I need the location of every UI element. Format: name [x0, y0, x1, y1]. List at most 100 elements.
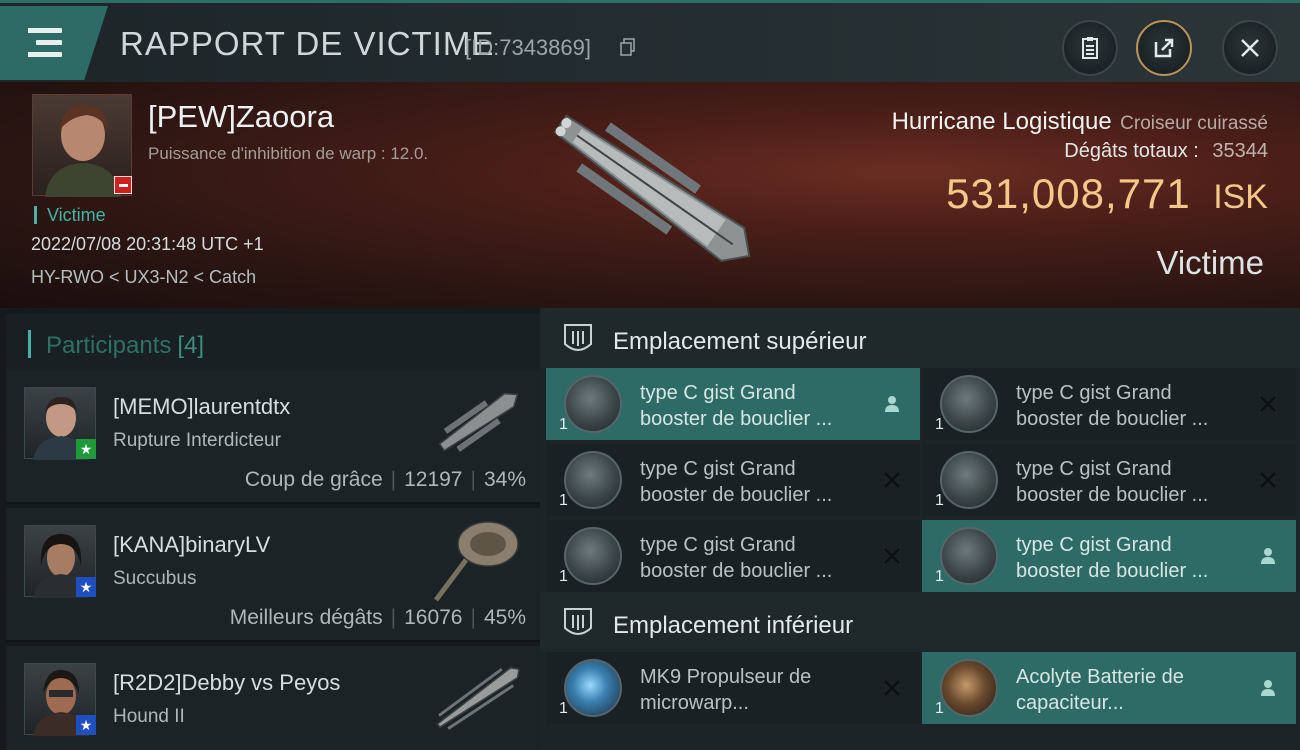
divider: | [470, 468, 476, 491]
high-slot-module[interactable]: 1 type C gist Grand booster de bouclier … [922, 520, 1296, 592]
module-name: type C gist Grand booster de bouclier ..… [640, 534, 833, 582]
module-name: type C gist Grand booster de bouclier ..… [640, 382, 833, 430]
close-icon [1260, 396, 1276, 412]
shield-booster-icon [564, 375, 622, 433]
hamburger-icon [28, 28, 62, 33]
person-icon [885, 396, 899, 412]
victim-ship-class: Croiseur cuirassé [1120, 113, 1268, 134]
divider: | [470, 606, 476, 629]
shield-booster-icon [940, 375, 998, 433]
close-icon [884, 472, 900, 488]
participants-title-wrap: Participants [4] [46, 332, 204, 360]
high-slot-header: Emplacement supérieur [540, 308, 1300, 368]
share-icon [1154, 38, 1174, 58]
low-slot-title: Emplacement inférieur [613, 612, 854, 639]
participants-header[interactable]: Participants [4] [6, 314, 540, 370]
victim-ship-name[interactable]: Hurricane Logistique [892, 108, 1112, 135]
module-quantity: 1 [559, 568, 568, 585]
participant-name: [KANA]binaryLV [113, 532, 271, 557]
star-icon: ★ [76, 439, 96, 459]
victim-status-label: Victime [1156, 244, 1264, 281]
close-icon [884, 680, 900, 696]
capacitor-battery-icon [940, 659, 998, 717]
kill-location[interactable]: HY-RWO < UX3-N2 < Catch [31, 267, 256, 288]
participant-percent: 34% [483, 468, 526, 491]
module-name: type C gist Grand booster de bouclier ..… [1016, 458, 1209, 506]
victim-pilot-name[interactable]: [PEW]Zaoora [148, 99, 334, 135]
close-button[interactable] [1222, 20, 1278, 76]
total-damage-label: Dégâts totaux : [1064, 140, 1199, 162]
total-damage-value: 35344 [1212, 140, 1268, 162]
participant-ship: Rupture Interdicteur [113, 430, 281, 451]
share-button[interactable] [1136, 20, 1192, 76]
menu-button[interactable] [0, 6, 108, 80]
high-slot-icon [564, 324, 592, 351]
module-name: type C gist Grand booster de bouclier ..… [1016, 534, 1209, 582]
close-icon [1260, 472, 1276, 488]
participant-ship-icon [434, 521, 519, 602]
module-name: type C gist Grand booster de bouclier ..… [1016, 382, 1209, 430]
module-quantity: 1 [935, 492, 944, 509]
microwarp-drive-icon [564, 659, 622, 717]
high-slot-module[interactable]: 1 type C gist Grand booster de bouclier … [546, 444, 920, 516]
victim-ship-icon[interactable] [520, 90, 790, 290]
participant-percent: 45% [483, 606, 526, 629]
low-slot-icon [564, 608, 592, 635]
module-name: MK9 Propulseur de microwarp... [640, 666, 812, 714]
isk-line: 531,008,771 ISK [946, 170, 1268, 218]
victim-subtitle: Puissance d'inhibition de warp : 12.0. [148, 144, 429, 163]
kill-timestamp: 2022/07/08 20:31:48 UTC +1 [31, 234, 264, 254]
module-quantity: 1 [559, 492, 568, 509]
shield-booster-icon [564, 451, 622, 509]
star-icon: ★ [76, 715, 96, 735]
hamburger-icon-line [36, 40, 62, 45]
participant-card[interactable]: ★ [MEMO]laurentdtx Rupture Interdicteur … [6, 370, 540, 504]
low-slot-module[interactable]: 1 Acolyte Batterie de capaciteur... [922, 652, 1296, 724]
module-name: type C gist Grand booster de bouclier ..… [640, 458, 833, 506]
close-icon [1241, 39, 1259, 57]
low-slot-header: Emplacement inférieur [540, 592, 1300, 652]
module-name: Acolyte Batterie de capaciteur... [1016, 666, 1184, 714]
shield-booster-icon [940, 527, 998, 585]
victim-status-icon [114, 176, 132, 194]
isk-unit: ISK [1213, 178, 1268, 216]
participant-stats: Meilleurs dégâts | 16076 | 45% [230, 606, 526, 630]
module-quantity: 1 [935, 568, 944, 585]
copy-icon[interactable] [620, 38, 636, 56]
divider: | [390, 468, 397, 491]
report-id: [ID:7343869] [465, 35, 591, 60]
person-icon [1261, 548, 1275, 564]
participant-role: Coup de grâce [244, 468, 383, 491]
person-icon [1261, 680, 1275, 696]
close-icon [884, 548, 900, 564]
low-slot-module[interactable]: 1 MK9 Propulseur de microwarp... [546, 652, 920, 724]
module-quantity: 1 [935, 416, 944, 433]
participant-name: [MEMO]laurentdtx [113, 394, 291, 419]
shield-booster-icon [564, 527, 622, 585]
module-quantity: 1 [935, 700, 944, 717]
high-slot-module[interactable]: 1 type C gist Grand booster de bouclier … [922, 444, 1296, 516]
clipboard-button[interactable] [1062, 20, 1118, 76]
ship-name-line: Hurricane Logistique Croiseur cuirassé [892, 108, 1268, 136]
star-icon: ★ [76, 577, 96, 597]
clipboard-icon [1082, 37, 1098, 59]
participant-ship: Succubus [113, 568, 197, 589]
participant-card[interactable]: ★ [R2D2]Debby vs Peyos Hound II [6, 646, 540, 750]
participant-damage: 16076 [404, 606, 463, 629]
high-slot-module[interactable]: 1 type C gist Grand booster de bouclier … [922, 368, 1296, 440]
participant-ship: Hound II [113, 706, 185, 727]
victim-tag: Victime [34, 206, 106, 224]
participant-ship-icon [436, 667, 520, 730]
participant-damage: 12197 [404, 468, 463, 491]
high-slot-module[interactable]: 1 type C gist Grand booster de bouclier … [546, 520, 920, 592]
participant-ship-icon [438, 392, 519, 452]
participant-card[interactable]: ★ [KANA]binaryLV Succubus Meilleurs dégâ… [6, 508, 540, 642]
isk-value: 531,008,771 [946, 170, 1191, 217]
participants-count: [4] [177, 332, 205, 359]
participant-name: [R2D2]Debby vs Peyos [113, 670, 341, 695]
page-title: RAPPORT DE VICTIME [120, 25, 495, 62]
high-slot-module[interactable]: 1 type C gist Grand booster de bouclier … [546, 368, 920, 440]
module-quantity: 1 [559, 416, 568, 433]
header-accent-bar [28, 330, 31, 358]
victim-banner: Victime 2022/07/08 20:31:48 UTC +1 HY-RW… [0, 82, 1300, 308]
